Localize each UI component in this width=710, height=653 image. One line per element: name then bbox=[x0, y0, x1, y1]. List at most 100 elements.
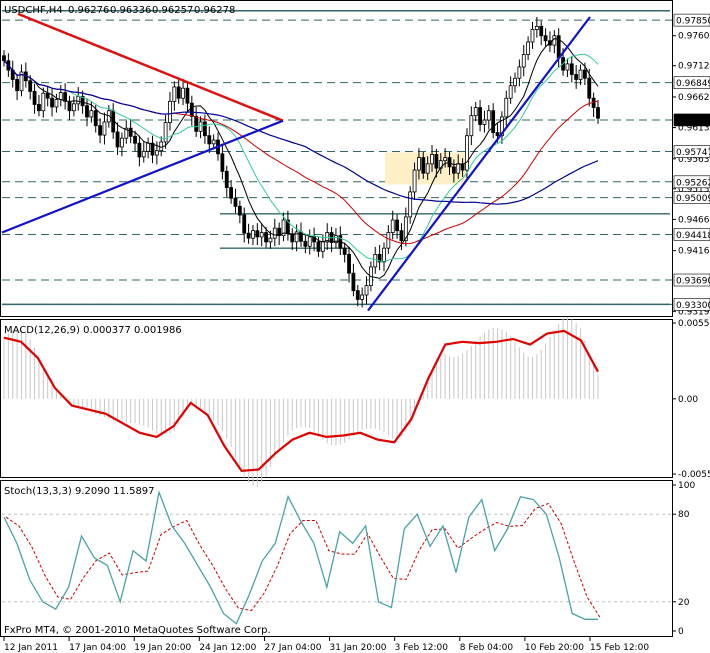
stoch-y-tick-label: 100 bbox=[678, 481, 695, 491]
candle-body bbox=[146, 142, 151, 152]
candle-body bbox=[395, 219, 399, 232]
candle-body bbox=[168, 100, 172, 123]
candle-body bbox=[456, 163, 461, 174]
candle-body bbox=[582, 69, 587, 79]
candle-body bbox=[552, 35, 557, 46]
candle-body bbox=[351, 272, 356, 292]
price-y-tick-label: 0.9760 bbox=[678, 32, 710, 42]
candle-body bbox=[98, 125, 102, 136]
candle-body bbox=[41, 92, 46, 112]
candle-body bbox=[115, 131, 120, 148]
candle-body bbox=[290, 233, 295, 243]
candle-body bbox=[211, 139, 216, 145]
candle-body bbox=[469, 115, 474, 137]
candle-body bbox=[128, 127, 133, 137]
price-y-tick-label: 0.9712 bbox=[678, 62, 710, 72]
candle-body bbox=[137, 142, 142, 158]
stoch-y-tick-label: 80 bbox=[678, 510, 690, 520]
macd-y-tick-label: 0.00558 bbox=[678, 319, 710, 329]
symbol-header: USDCHF,H4 bbox=[4, 5, 63, 16]
candle-body bbox=[54, 99, 59, 108]
candle-body bbox=[430, 154, 434, 165]
candle-body bbox=[28, 80, 33, 92]
candle-body bbox=[478, 107, 482, 125]
candle-body bbox=[486, 110, 491, 121]
x-tick-label: 10 Feb 20:00 bbox=[525, 643, 584, 653]
candle-body bbox=[517, 66, 522, 79]
level-label: 0.96252 bbox=[676, 116, 710, 126]
chart-canvas: 0.97600.97120.96620.96130.95630.95150.94… bbox=[0, 0, 710, 653]
candle-body bbox=[159, 141, 164, 152]
candle-body bbox=[272, 227, 277, 239]
macd-title: MACD(12,26,9) 0.000377 0.001986 bbox=[4, 325, 182, 336]
x-tick-label: 24 Jan 12:00 bbox=[199, 643, 256, 653]
candle-body bbox=[133, 135, 137, 144]
candle-body bbox=[299, 231, 303, 242]
candle-body bbox=[50, 97, 54, 108]
candle-body bbox=[530, 29, 535, 43]
candle-body bbox=[246, 232, 251, 239]
candle-body bbox=[194, 115, 199, 132]
candle-body bbox=[255, 230, 260, 238]
stoch-title: Stoch(13,3,3) 9.2090 11.5897 bbox=[4, 486, 155, 497]
ohlc-high: 0.96336 bbox=[110, 5, 151, 16]
candle-body bbox=[181, 87, 185, 99]
candle-body bbox=[521, 54, 526, 68]
candle-body bbox=[578, 69, 583, 80]
ohlc-open: 0.96276 bbox=[68, 5, 109, 16]
level-label: 0.96849 bbox=[676, 79, 710, 89]
candle-body bbox=[67, 100, 72, 112]
trend-line-blue-lower bbox=[1, 119, 284, 234]
chart-window: 0.9760 0.9712 0.9662 0.9613 0.9563 0.9515 0.94… bbox=[0, 0, 710, 653]
macd-y-tick-label: 0.00 bbox=[678, 395, 698, 405]
candle-body bbox=[447, 157, 452, 168]
candle-body bbox=[373, 253, 378, 268]
candle-body bbox=[574, 74, 579, 80]
x-tick-label: 12 Jan 2011 bbox=[4, 643, 58, 653]
candle-body bbox=[185, 87, 190, 104]
candle-body bbox=[451, 166, 456, 174]
candle-body bbox=[45, 92, 50, 99]
candle-body bbox=[425, 163, 430, 174]
candle-body bbox=[543, 35, 548, 42]
candle-body bbox=[242, 214, 247, 234]
candle-body bbox=[303, 240, 308, 247]
stoch-y-tick-label: 0 bbox=[678, 627, 684, 637]
candle-body bbox=[408, 191, 413, 218]
candle-body bbox=[141, 150, 146, 158]
candle-body bbox=[342, 247, 347, 255]
candle-body bbox=[596, 107, 600, 119]
candle-body bbox=[504, 97, 509, 118]
candle-body bbox=[224, 170, 229, 188]
x-tick-label: 31 Jan 20:00 bbox=[330, 643, 387, 653]
stoch-main-line bbox=[3, 489, 598, 625]
candle-body bbox=[316, 241, 321, 252]
candle-body bbox=[491, 110, 496, 133]
candle-body bbox=[513, 77, 517, 87]
candle-body bbox=[320, 241, 325, 252]
candle-body bbox=[307, 236, 312, 247]
x-tick-label: 3 Feb 12:00 bbox=[395, 643, 449, 653]
candle-body bbox=[85, 105, 89, 118]
candle-body bbox=[120, 137, 124, 148]
candle-body bbox=[412, 169, 417, 193]
x-tick-label: 8 Feb 04:00 bbox=[460, 643, 514, 653]
price-y-tick-label: 0.9416 bbox=[678, 247, 710, 257]
copyright-text: FxPro MT4, © 2001-2010 MetaQuotes Softwa… bbox=[4, 625, 271, 636]
candle-body bbox=[93, 110, 98, 127]
candle-body bbox=[390, 219, 395, 233]
x-tick-label: 17 Jan 04:00 bbox=[69, 643, 126, 653]
level-label: 0.97850 bbox=[676, 17, 710, 27]
candle-body bbox=[76, 95, 81, 105]
stoch-y-tick-label: 20 bbox=[678, 598, 690, 608]
candle-body bbox=[172, 86, 177, 102]
level-label: 0.94418 bbox=[676, 231, 710, 241]
candle-body bbox=[32, 90, 37, 105]
candle-body bbox=[565, 63, 570, 71]
candle-body bbox=[63, 92, 68, 102]
candle-body bbox=[237, 205, 242, 216]
candle-body bbox=[482, 119, 487, 125]
candle-body bbox=[569, 63, 574, 75]
candle-body bbox=[89, 110, 94, 118]
candle-body bbox=[229, 187, 234, 199]
